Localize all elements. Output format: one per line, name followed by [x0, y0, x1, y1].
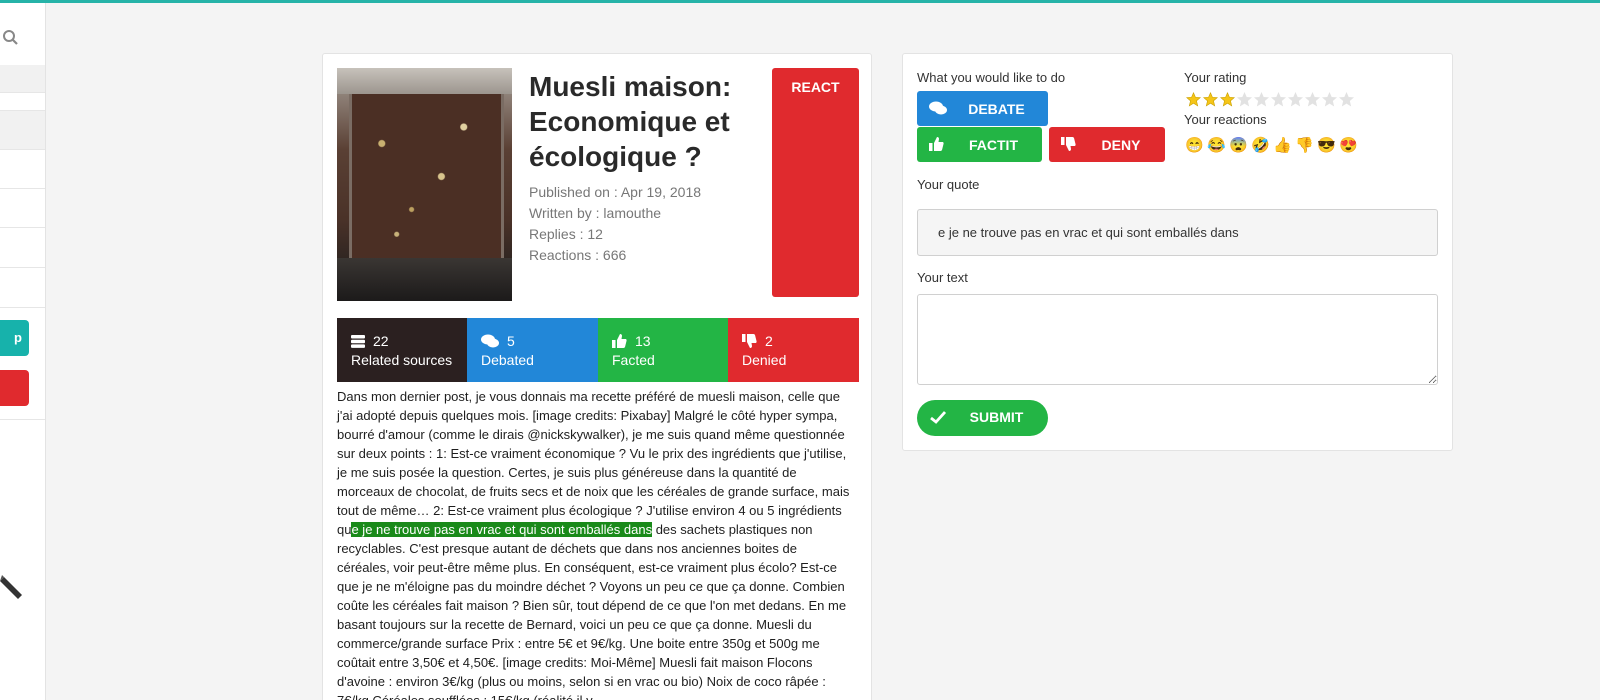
reaction-emoji-icon[interactable]: 👎	[1295, 136, 1314, 155]
stat-denied[interactable]: 2 Denied	[728, 318, 859, 382]
sidebar-item[interactable]	[0, 150, 45, 189]
stat-debated[interactable]: 5 Debated	[467, 318, 598, 382]
reactions-heading: Your reactions	[1184, 112, 1267, 127]
published-date: Published on : Apr 19, 2018	[529, 184, 702, 200]
article-text: des sachets plastiques non recyclables. …	[337, 522, 847, 700]
sidebar-divider	[0, 93, 45, 111]
article-body[interactable]: Dans mon dernier post, je vous donnais m…	[337, 387, 852, 700]
article-card: Muesli maison: Economique et écologique …	[322, 53, 872, 700]
star-empty-icon[interactable]	[1305, 92, 1320, 107]
stat-facted[interactable]: 13 Facted	[598, 318, 729, 382]
replies-count: Replies : 12	[529, 226, 603, 242]
stat-count: 13	[635, 333, 651, 349]
reaction-emoji-icon[interactable]: 😁	[1185, 136, 1204, 155]
sidebar-item[interactable]	[0, 65, 45, 93]
reaction-emoji-icon[interactable]: 😎	[1317, 136, 1336, 155]
stat-count: 22	[373, 333, 389, 349]
jar-base	[337, 258, 512, 301]
submit-button[interactable]: SUBMIT	[917, 400, 1048, 436]
star-empty-icon[interactable]	[1237, 92, 1252, 107]
star-empty-icon[interactable]	[1288, 92, 1303, 107]
quote-field[interactable]: e je ne trouve pas en vrac et qui sont e…	[917, 209, 1438, 256]
reaction-panel: What you would like to do DEBATE FACTIT …	[902, 53, 1453, 451]
sidebar-divider	[0, 408, 45, 420]
reaction-emoji-icon[interactable]: 👍	[1273, 136, 1292, 155]
star-empty-icon[interactable]	[1254, 92, 1269, 107]
article-thumbnail[interactable]	[337, 68, 512, 301]
action-heading: What you would like to do	[917, 70, 1066, 85]
debate-button[interactable]: DEBATE	[917, 91, 1048, 126]
star-filled-icon[interactable]	[1203, 92, 1218, 107]
article-stats: 22 Related sources 5 Debated 13 Facted 2…	[337, 318, 859, 382]
server-icon	[351, 334, 365, 348]
jar-contents	[349, 94, 504, 259]
factit-button[interactable]: FACTIT	[917, 127, 1042, 162]
star-filled-icon[interactable]	[1186, 92, 1201, 107]
sidebar-item[interactable]	[0, 268, 45, 308]
thumbs-up-icon	[612, 334, 627, 348]
stat-label: Facted	[612, 352, 655, 368]
rating-heading: Your rating	[1184, 70, 1247, 85]
stat-label: Debated	[481, 352, 534, 368]
reaction-emoji-icon[interactable]: 😂	[1207, 136, 1226, 155]
quote-heading: Your quote	[917, 177, 980, 192]
thumbs-down-icon	[742, 334, 757, 348]
jar-lid	[337, 68, 512, 94]
reaction-emoji-icon[interactable]: 😍	[1339, 136, 1358, 155]
submit-label: SUBMIT	[969, 409, 1024, 425]
reaction-emoji-icon[interactable]: 🤣	[1251, 136, 1270, 155]
sidebar-item[interactable]	[0, 228, 45, 268]
star-empty-icon[interactable]	[1339, 92, 1354, 107]
sidebar-item[interactable]	[0, 111, 45, 150]
star-filled-icon[interactable]	[1220, 92, 1235, 107]
deny-label: DENY	[1101, 136, 1141, 153]
comments-icon	[481, 334, 499, 348]
debate-label: DEBATE	[968, 100, 1025, 117]
highlighted-selection[interactable]: e je ne trouve pas en vrac et qui sont e…	[351, 522, 653, 537]
stat-label: Related sources	[351, 352, 453, 368]
sidebar: p	[0, 3, 46, 700]
stat-count: 2	[765, 333, 773, 349]
article-text: Dans mon dernier post, je vous donnais m…	[337, 389, 850, 537]
factit-label: FACTIT	[969, 136, 1018, 153]
sidebar-action-button-red[interactable]	[0, 370, 29, 406]
pen-icon	[0, 569, 22, 601]
reactions-count: Reactions : 666	[529, 247, 627, 263]
author: Written by : lamouthe	[529, 205, 662, 221]
stat-label: Denied	[742, 352, 787, 368]
star-empty-icon[interactable]	[1271, 92, 1286, 107]
article-title: Muesli maison: Economique et écologique …	[529, 71, 732, 172]
reaction-icons: 😁 😂 😨 🤣 👍 👎 😎 😍	[1185, 136, 1358, 155]
react-button[interactable]: REACT	[772, 68, 859, 297]
search-icon[interactable]	[2, 29, 20, 47]
deny-button[interactable]: DENY	[1049, 127, 1165, 162]
reaction-emoji-icon[interactable]: 😨	[1229, 136, 1248, 155]
sidebar-item[interactable]	[0, 189, 45, 228]
sidebar-action-button[interactable]: p	[0, 320, 29, 356]
stat-related-sources[interactable]: 22 Related sources	[337, 318, 468, 382]
top-accent-bar	[0, 0, 1600, 3]
star-empty-icon[interactable]	[1322, 92, 1337, 107]
text-input[interactable]	[917, 294, 1438, 385]
rating-stars[interactable]	[1186, 92, 1354, 107]
stat-count: 5	[507, 333, 515, 349]
text-heading: Your text	[917, 270, 968, 285]
